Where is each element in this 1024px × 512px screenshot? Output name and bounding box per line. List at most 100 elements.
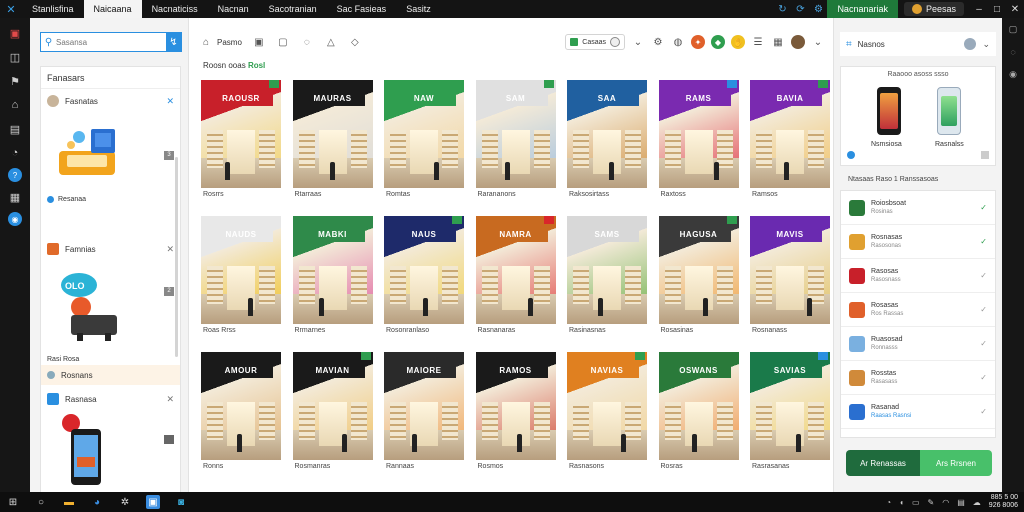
home-icon[interactable]: ⌂ [199,35,213,49]
view-toggle[interactable]: Casaas [565,34,625,50]
store-tile[interactable]: NAUS Rosonranlaso [384,216,464,338]
product-list-item[interactable]: Rasanad Raasas Rasnsi ✓ [841,395,995,429]
tab-4[interactable]: Sacotranian [259,0,327,18]
product-list-item[interactable]: Rosasas Ros Rassas ✓ [841,293,995,327]
help-icon[interactable]: ? [8,168,22,182]
store-tile[interactable]: NAMRA Rasnanaras [475,216,556,338]
primary-button[interactable]: Ar Renassas [846,450,920,476]
store-icon[interactable]: ▣ [7,24,23,42]
close-icon[interactable]: ✕ [1006,4,1024,15]
orange-badge-icon[interactable]: ✦ [691,35,705,49]
store-tile[interactable]: RAOUSR Rosrrs [201,80,281,202]
window-icon[interactable]: ▢ [1009,24,1018,35]
palette-icon[interactable]: ◍ [671,35,685,49]
close-icon[interactable]: ✕ [166,244,174,255]
keyboard-icon[interactable]: ▤ [957,498,965,507]
browser-icon[interactable]: ◕ [90,495,104,509]
product-list-item[interactable]: Rasosas Rasosnass ✓ [841,259,995,293]
calendar-icon[interactable]: ▦ [771,35,785,49]
bag-icon[interactable]: ▢ [276,35,290,49]
tab-0[interactable]: Stanlisfina [22,0,84,18]
product-list-item[interactable]: Rosstas Rasasass ✓ [841,361,995,395]
tab-6[interactable]: Sasitz [396,0,441,18]
start-icon[interactable]: ⊞ [6,495,20,509]
tab-3[interactable]: Nacnan [208,0,259,18]
check-icon[interactable]: ✓ [980,339,987,348]
tag-icon[interactable]: ◇ [348,35,362,49]
folder-icon[interactable]: ▬ [62,495,76,509]
green-badge-icon[interactable]: ◆ [711,35,725,49]
grid-icon[interactable]: ▣ [252,35,266,49]
search-icon[interactable]: ○ [34,495,48,509]
cart-icon[interactable]: ⚑ [7,72,23,90]
info-icon[interactable] [847,151,855,159]
pin-icon[interactable]: ◉ [1009,69,1017,80]
list-item[interactable]: Fasnatas ✕ 3 Resanaa [41,91,180,207]
list-item[interactable]: Famnias ✕ OLO 2 Rasi Rosa [41,239,180,367]
phone-image[interactable] [877,87,901,135]
highlighted-row[interactable]: Rosnans [41,365,180,385]
bell-icon[interactable]: △ [324,35,338,49]
store-tile[interactable]: MAVIAN Rosmanras [292,352,373,474]
sync-icon[interactable]: ↻ [773,4,791,15]
wifi-icon[interactable]: ◠ [942,498,949,507]
store-tile[interactable]: MAVIS Rosnanass [750,216,830,338]
settings-icon[interactable]: ✲ [118,495,132,509]
product-list-item[interactable]: Roiosbsoat Rosinas ✓ [841,191,995,225]
store-tile[interactable]: HAGUSA Rosasinas [658,216,739,338]
store-tile[interactable]: MABKI Rrmarnes [292,216,373,338]
home-icon[interactable]: ⌂ [7,96,23,114]
settings-icon[interactable]: ⚙ [651,35,665,49]
close-icon[interactable]: ✕ [166,394,174,405]
pen-icon[interactable]: ✎ [928,498,935,507]
chart-icon[interactable]: ▦ [7,188,23,206]
store-tile[interactable]: SAA Raksosirtass [567,80,647,202]
menu-icon[interactable]: ⌗ [846,39,852,50]
hand-icon[interactable]: ✋ [731,35,745,49]
refresh-icon[interactable]: ⟳ [791,4,809,15]
check-icon[interactable]: ✓ [980,237,987,246]
check-icon[interactable]: ✓ [980,271,987,280]
product-list-item[interactable]: Ruasosad Ronnasss ✓ [841,327,995,361]
close-icon[interactable]: ✕ [166,96,174,107]
tab-5[interactable]: Sac Fasieas [327,0,397,18]
check-icon[interactable]: ✓ [980,407,987,416]
search-button[interactable]: ↯ [166,32,181,52]
check-icon[interactable]: ✓ [980,305,987,314]
app-active-icon[interactable]: ▣ [146,495,160,509]
check-icon[interactable]: ✓ [980,373,987,382]
store-tile[interactable]: SAM Rarananons [475,80,556,202]
product-list-item[interactable]: Rosnasas Rasosonas ✓ [841,225,995,259]
document-icon[interactable]: ▤ [7,120,23,138]
minimize-icon[interactable]: – [970,4,988,15]
gauge-icon[interactable]: ◔ [7,144,23,162]
store-tile[interactable]: BAVIA Ramsos [750,80,830,202]
phone-image[interactable] [937,87,961,135]
store-tile[interactable]: MAURAS Rtarraas [292,80,373,202]
list-icon[interactable]: ☰ [751,35,765,49]
store-tile[interactable]: RAMOS Rosmos [475,352,556,474]
network-icon[interactable]: ◔ [886,498,891,507]
store-tile[interactable]: RAMS Raxtoss [658,80,739,202]
store-tile[interactable]: SAMS Rasinasnas [567,216,647,338]
user-pill[interactable]: Peesas [903,2,964,16]
green-status-pill[interactable]: Nacnanariak [827,0,898,18]
tab-1[interactable]: Naicaana [83,0,142,18]
app-icon[interactable]: ◙ [174,495,188,509]
store-tile[interactable]: OSWANS Rosras [658,352,739,474]
avatar[interactable] [791,35,805,49]
tab-2[interactable]: Nacnaticiss [142,0,208,18]
chat-icon[interactable]: ◌ [1010,47,1015,57]
list-item[interactable]: Rasnasa ✕ [41,389,180,493]
maximize-icon[interactable]: □ [988,4,1006,15]
cloud-icon[interactable]: ☁ [973,498,981,507]
check-icon[interactable]: ✓ [980,203,987,212]
store-tile[interactable]: SAVIAS Rasrasanas [750,352,830,474]
grid-icon[interactable] [981,151,989,159]
clock[interactable]: 885 5 00 926 8006 [989,494,1018,510]
secondary-button[interactable]: Ars Rrsnen [920,450,992,476]
chevron-down-icon[interactable]: ⌄ [982,39,990,50]
chevron-down-icon[interactable]: ⌄ [631,35,645,49]
volume-icon[interactable]: ◖ [899,498,904,507]
settings-icon[interactable]: ⚙ [809,4,827,15]
